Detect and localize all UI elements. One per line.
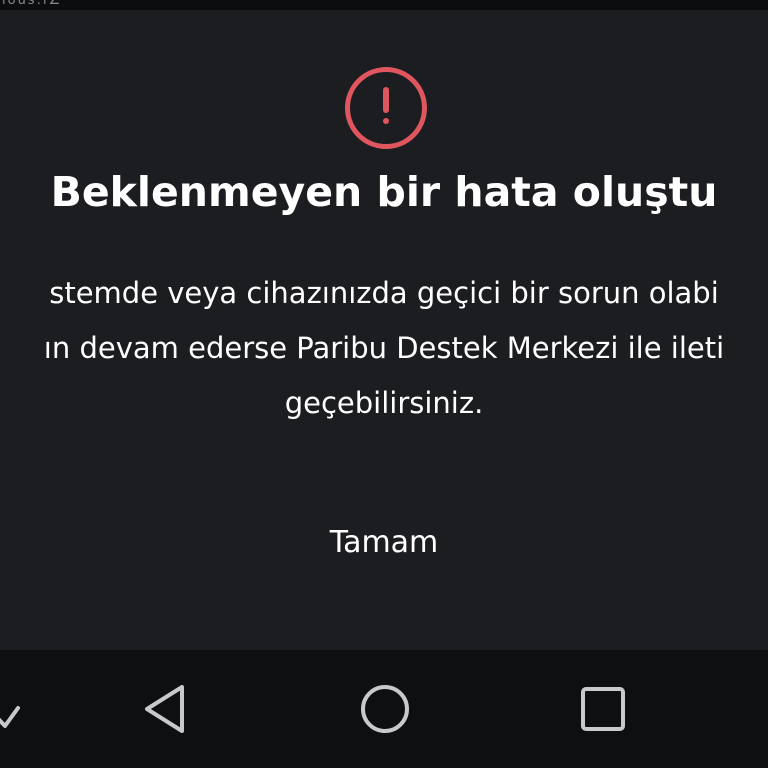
recents-square-icon[interactable] bbox=[568, 674, 638, 744]
home-circle-icon[interactable] bbox=[350, 674, 420, 744]
status-bar-text: ıoǔs:ı∠ bbox=[2, 0, 63, 8]
exclamation-bar bbox=[383, 87, 389, 113]
message-line-2: ın devam ederse Paribu Destek Merkezi il… bbox=[43, 331, 725, 365]
chevron-down-icon[interactable] bbox=[0, 674, 40, 744]
dialog-title: Beklenmeyen bir hata oluştu bbox=[50, 168, 718, 216]
back-triangle-icon[interactable] bbox=[130, 674, 200, 744]
system-navigation-bar bbox=[0, 650, 768, 768]
message-line-1: stemde veya cihazınızda geçici bir sorun… bbox=[49, 276, 719, 310]
exclamation-circle-icon bbox=[345, 67, 427, 149]
error-dialog: Beklenmeyen bir hata oluştu stemde veya … bbox=[0, 10, 768, 650]
exclamation-dot bbox=[383, 118, 389, 124]
dialog-message: stemde veya cihazınızda geçici bir sorun… bbox=[0, 266, 768, 431]
message-line-3: geçebilirsiniz. bbox=[284, 386, 484, 420]
screen: ıoǔs:ı∠ Beklenmeyen bir hata oluştu stem… bbox=[0, 0, 768, 768]
ok-button[interactable]: Tamam bbox=[304, 515, 464, 571]
status-bar: ıoǔs:ı∠ bbox=[0, 0, 768, 10]
